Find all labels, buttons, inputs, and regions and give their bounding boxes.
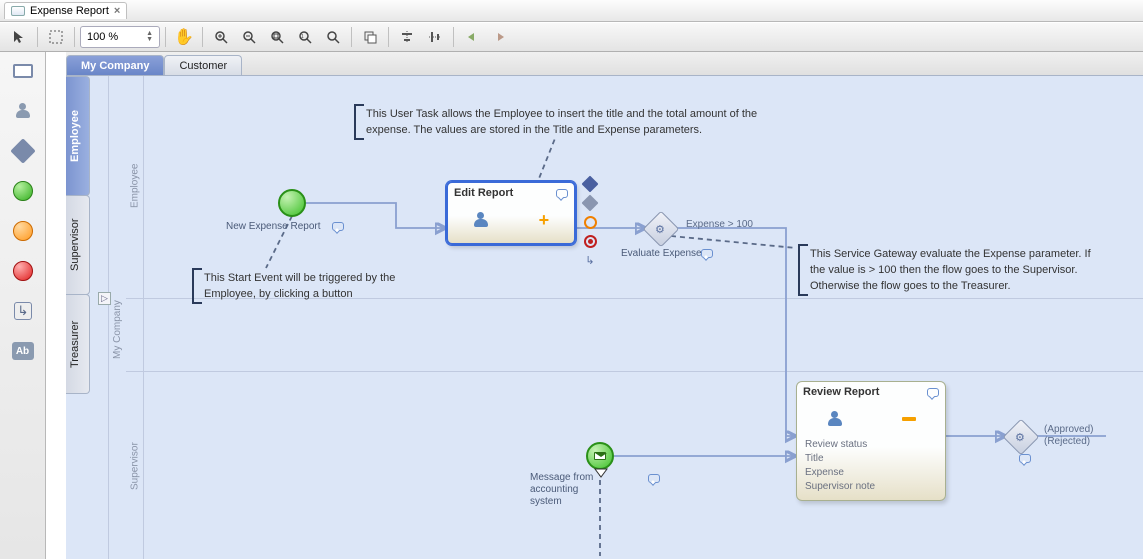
collapse-icon[interactable]	[902, 417, 916, 421]
zoom-fit-icon[interactable]	[264, 25, 290, 49]
zoom-value: 100 %	[87, 31, 118, 43]
task-field: Expense	[805, 466, 937, 480]
pointer-tool-icon[interactable]	[6, 25, 32, 49]
task-title: Edit Report	[454, 187, 513, 199]
align-h-icon[interactable]	[394, 25, 420, 49]
lane-tab-employee[interactable]: Employee	[66, 76, 90, 196]
canvas[interactable]: My Company Customer Employee Supervisor …	[46, 52, 1143, 559]
start-event[interactable]	[278, 189, 306, 217]
annotation-start[interactable]: This Start Event will be triggered by th…	[192, 268, 417, 304]
pool-tabs: My Company Customer	[66, 52, 1143, 76]
flow-rejected-label: (Rejected)	[1044, 436, 1090, 447]
zoom-level-input[interactable]: 100 % ▲▼	[80, 26, 160, 48]
lane-label-supervisor: Supervisor	[126, 376, 144, 556]
zoom-reset-icon[interactable]	[320, 25, 346, 49]
redo-icon[interactable]	[487, 25, 513, 49]
tab-title: Expense Report	[30, 5, 109, 17]
palette-connector-icon[interactable]	[9, 298, 37, 324]
pool-tab-customer[interactable]: Customer	[164, 55, 242, 75]
task-field: Title	[805, 452, 937, 466]
palette-end-event-icon[interactable]	[9, 258, 37, 284]
pool-label: My Company	[108, 76, 126, 559]
ctx-intermediate-event-icon[interactable]	[582, 214, 598, 230]
task-field: Review status	[805, 438, 937, 452]
lane-axis-labels: Employee Supervisor	[126, 76, 144, 559]
palette-gateway-icon[interactable]	[9, 138, 37, 164]
annotation-edit[interactable]: This User Task allows the Employee to in…	[354, 104, 774, 140]
annotation-gateway[interactable]: This Service Gateway evaluate the Expens…	[798, 244, 1098, 296]
spinner-icon[interactable]: ▲▼	[146, 31, 153, 43]
task-field: Supervisor note	[805, 480, 937, 494]
task-fields: Review status Title Expense Supervisor n…	[797, 436, 945, 500]
lane-label-employee: Employee	[126, 86, 144, 286]
lane-separator	[126, 371, 1143, 372]
diagram-surface[interactable]: Employee Supervisor Treasurer My Company…	[66, 76, 1143, 559]
gateway-approval[interactable]: ⚙	[1003, 419, 1040, 456]
copy-icon[interactable]	[357, 25, 383, 49]
zoom-in-icon[interactable]	[208, 25, 234, 49]
palette-user-task-icon[interactable]	[9, 98, 37, 124]
lane-tab-treasurer[interactable]: Treasurer	[66, 294, 90, 394]
marquee-tool-icon[interactable]	[43, 25, 69, 49]
comment-icon[interactable]	[701, 249, 713, 258]
comment-icon[interactable]	[556, 189, 568, 198]
toolbar: 100 % ▲▼ ✋ 1	[0, 22, 1143, 52]
pool-tab-my-company[interactable]: My Company	[66, 55, 164, 75]
comment-icon[interactable]	[332, 222, 344, 231]
ctx-gateway-icon[interactable]	[582, 195, 598, 211]
user-icon	[473, 212, 489, 228]
svg-text:1: 1	[301, 34, 304, 40]
boundary-marker-icon	[594, 468, 608, 478]
ctx-task-icon[interactable]	[582, 176, 598, 192]
flow-approved-label: (Approved)	[1044, 424, 1093, 435]
start-event-label: New Expense Report	[226, 221, 321, 232]
palette-annotation-icon[interactable]: Ab	[9, 338, 37, 364]
palette-intermediate-event-icon[interactable]	[9, 218, 37, 244]
task-title: Review Report	[803, 386, 879, 398]
comment-icon[interactable]	[648, 474, 660, 483]
context-palette: ↳	[582, 176, 598, 268]
task-edit-report[interactable]: Edit Report +	[446, 181, 576, 245]
zoom-out-icon[interactable]	[236, 25, 262, 49]
comment-icon[interactable]	[927, 388, 939, 397]
comment-icon[interactable]	[1019, 454, 1031, 463]
align-v-icon[interactable]	[422, 25, 448, 49]
workspace: Ab My Company Customer Employee Supervis…	[0, 52, 1143, 559]
close-icon[interactable]: ×	[114, 5, 120, 17]
palette-pool-icon[interactable]	[9, 58, 37, 84]
editor-tab[interactable]: Expense Report ×	[4, 2, 127, 19]
lane-tabs: Employee Supervisor Treasurer	[66, 76, 90, 559]
lane-collapse-handle[interactable]: ▷	[98, 292, 111, 305]
undo-icon[interactable]	[459, 25, 485, 49]
expand-icon[interactable]: +	[539, 210, 550, 231]
user-icon	[827, 411, 843, 427]
lane-tab-supervisor[interactable]: Supervisor	[66, 195, 90, 295]
message-intermediate-event[interactable]	[586, 442, 614, 470]
gateway-label: Evaluate Expense	[621, 248, 702, 259]
zoom-100-icon[interactable]: 1	[292, 25, 318, 49]
editor-tab-bar: Expense Report ×	[0, 0, 1143, 22]
palette-start-event-icon[interactable]	[9, 178, 37, 204]
ctx-connector-icon[interactable]: ↳	[582, 252, 598, 268]
gateway-evaluate-expense[interactable]: ⚙	[643, 211, 680, 248]
ctx-end-event-icon[interactable]	[582, 233, 598, 249]
flow-condition-label: Expense > 100	[686, 219, 753, 230]
palette: Ab	[0, 52, 46, 559]
task-review-report[interactable]: Review Report Review status Title Expens…	[796, 381, 946, 501]
pan-tool-icon[interactable]: ✋	[171, 25, 197, 49]
process-file-icon	[11, 6, 25, 16]
